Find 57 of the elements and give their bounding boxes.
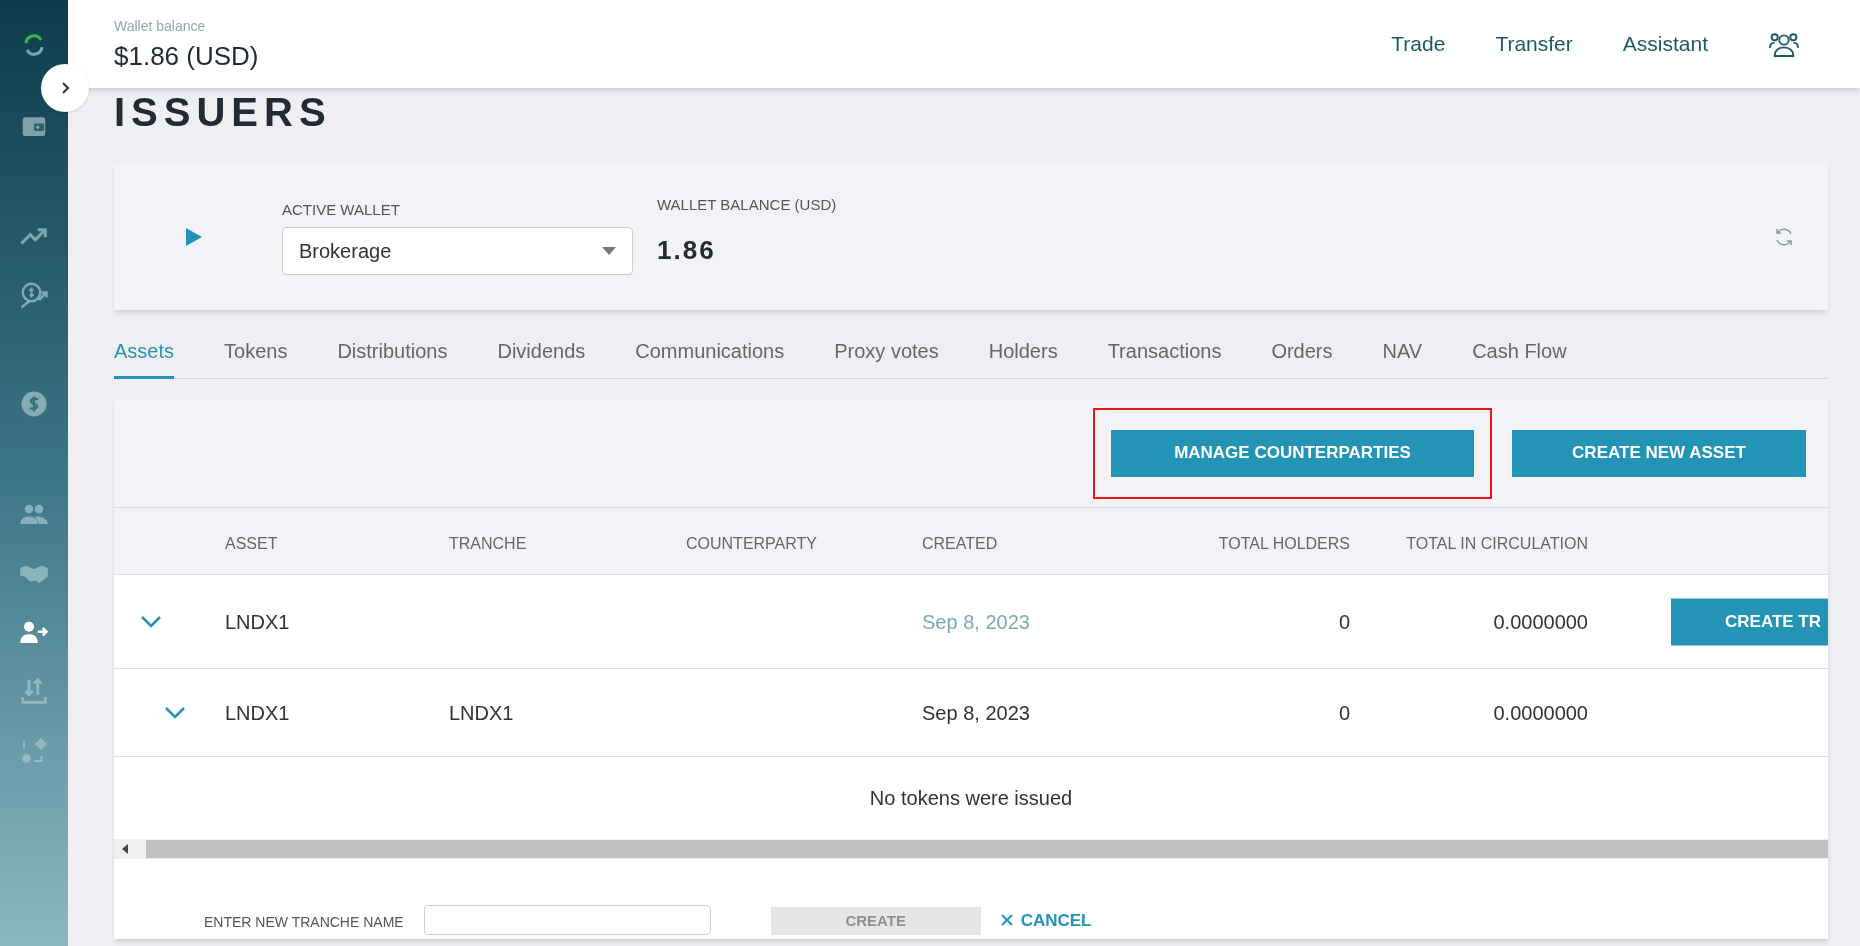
expand-row-button[interactable] xyxy=(164,705,186,720)
cancel-button[interactable]: CANCEL xyxy=(1000,907,1092,933)
dollar-icon xyxy=(19,389,49,419)
toolbar-button[interactable]: MANAGE COUNTERPARTIES xyxy=(1111,429,1474,477)
chevron-down-icon xyxy=(140,614,162,629)
transfer-icon xyxy=(19,676,49,706)
table-cell-text: 0.0000000 xyxy=(1493,700,1588,726)
caret-icon xyxy=(602,247,616,256)
nav-link[interactable]: Trade xyxy=(1391,28,1446,60)
column-header: TRANCHE xyxy=(449,534,527,554)
tab[interactable]: Distributions xyxy=(337,336,448,379)
table-cell-text: 0.0000000 xyxy=(1493,609,1588,635)
page-title: ISSUERS xyxy=(114,92,333,132)
table-cell-text: Sep 8, 2023 xyxy=(922,700,1030,726)
balance-amount: $1.86 (USD) xyxy=(114,43,259,69)
chevron-down-icon xyxy=(164,705,186,720)
column-header: COUNTERPARTY xyxy=(686,534,817,554)
column-header: ASSET xyxy=(225,534,278,554)
field-label: WALLET BALANCE (USD) xyxy=(657,195,837,215)
tranche-name-field[interactable] xyxy=(423,905,711,935)
field-label: ENTER NEW TRANCHE NAME xyxy=(204,913,404,932)
wallet-balance: 1.86 xyxy=(657,233,717,267)
empty-message: No tokens were issued xyxy=(869,786,1073,811)
tab[interactable]: Assets xyxy=(114,336,175,379)
logo-icon xyxy=(22,33,46,57)
column-header: TOTAL IN CIRCULATION xyxy=(1406,534,1588,554)
table-cell-text: Sep 8, 2023 xyxy=(922,609,1030,635)
expand-row-button[interactable] xyxy=(140,614,162,629)
create-tranche-button[interactable]: CREATE TR xyxy=(1671,598,1828,645)
table-cell-text: LNDX1 xyxy=(225,609,290,635)
tab[interactable]: Proxy votes xyxy=(834,336,939,379)
wallet-select[interactable]: Brokerage xyxy=(282,227,633,276)
tab[interactable]: Cash Flow xyxy=(1472,336,1567,379)
tab[interactable]: Transactions xyxy=(1107,336,1222,379)
table-cell-text: LNDX1 xyxy=(225,700,290,726)
money-trend-icon xyxy=(19,280,49,310)
scroll-left-icon xyxy=(122,844,128,854)
tab[interactable]: Orders xyxy=(1271,336,1333,379)
tab[interactable]: Dividends xyxy=(497,336,586,379)
field-label: ACTIVE WALLET xyxy=(282,199,401,220)
column-header: TOTAL HOLDERS xyxy=(1218,534,1350,554)
tab[interactable]: Holders xyxy=(988,336,1058,379)
table-cell-text: 0 xyxy=(1338,609,1350,635)
table-cell-text: 0 xyxy=(1338,700,1350,726)
toolbar-button[interactable]: CREATE NEW ASSET xyxy=(1512,429,1806,477)
column-header: CREATED xyxy=(922,534,998,554)
tab[interactable]: Tokens xyxy=(224,336,288,379)
shapes-icon xyxy=(19,736,49,766)
horizontal-scrollbar[interactable] xyxy=(114,839,1828,859)
table-cell-text: LNDX1 xyxy=(449,700,514,726)
close-icon xyxy=(1000,914,1013,927)
tab[interactable]: NAV xyxy=(1382,336,1423,379)
play-icon xyxy=(186,228,202,246)
nav-link[interactable]: Transfer xyxy=(1495,28,1573,60)
nav-link[interactable]: Assistant xyxy=(1622,28,1708,60)
tab[interactable]: Communications xyxy=(635,336,785,379)
balance-label: Wallet balance xyxy=(114,19,207,33)
